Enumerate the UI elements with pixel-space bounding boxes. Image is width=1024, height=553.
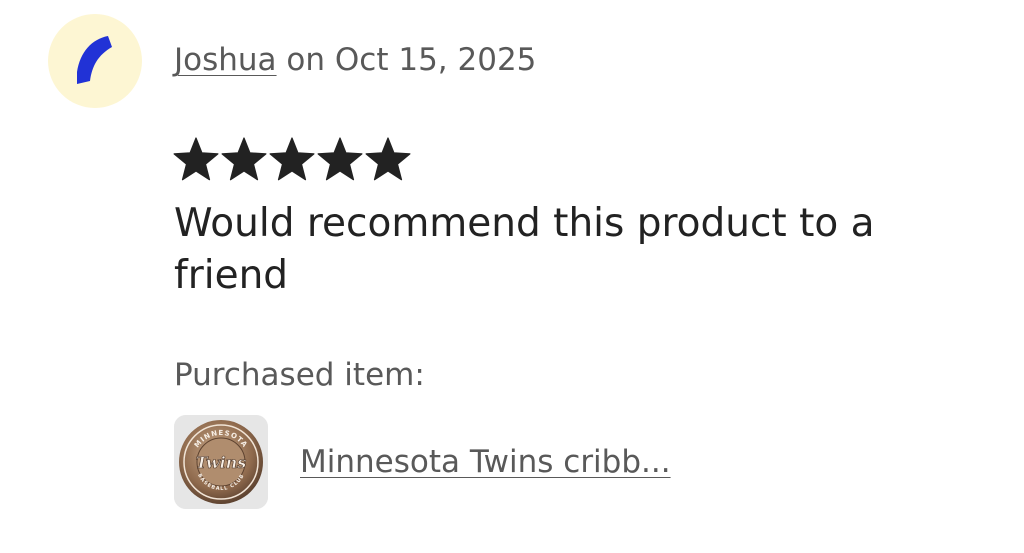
date-connector: on bbox=[276, 42, 335, 78]
purchased-item-label: Purchased item: bbox=[174, 357, 425, 393]
review-header: Joshua on Oct 15, 2025 bbox=[174, 36, 536, 84]
star-icon bbox=[268, 135, 316, 183]
review-text: Would recommend this product to a friend bbox=[174, 201, 875, 298]
svg-text:Twins: Twins bbox=[196, 453, 247, 472]
star-icon bbox=[316, 135, 364, 183]
crescent-avatar-icon bbox=[77, 36, 112, 84]
star-icon bbox=[172, 135, 220, 183]
star-rating bbox=[172, 132, 412, 186]
item-thumbnail[interactable]: MINNESOTA Twins BASEBALL CLUB bbox=[174, 415, 268, 509]
star-icon bbox=[364, 135, 412, 183]
reviewer-avatar bbox=[48, 14, 142, 108]
reviewer-name-link[interactable]: Joshua bbox=[174, 42, 277, 78]
review-date: Oct 15, 2025 bbox=[334, 42, 537, 78]
item-title-link[interactable]: Minnesota Twins cribb... bbox=[300, 439, 671, 485]
purchased-item-link[interactable]: MINNESOTA Twins BASEBALL CLUB Minnesota … bbox=[174, 414, 671, 510]
minnesota-twins-badge-thumbnail: MINNESOTA Twins BASEBALL CLUB bbox=[174, 415, 268, 509]
star-icon bbox=[220, 135, 268, 183]
